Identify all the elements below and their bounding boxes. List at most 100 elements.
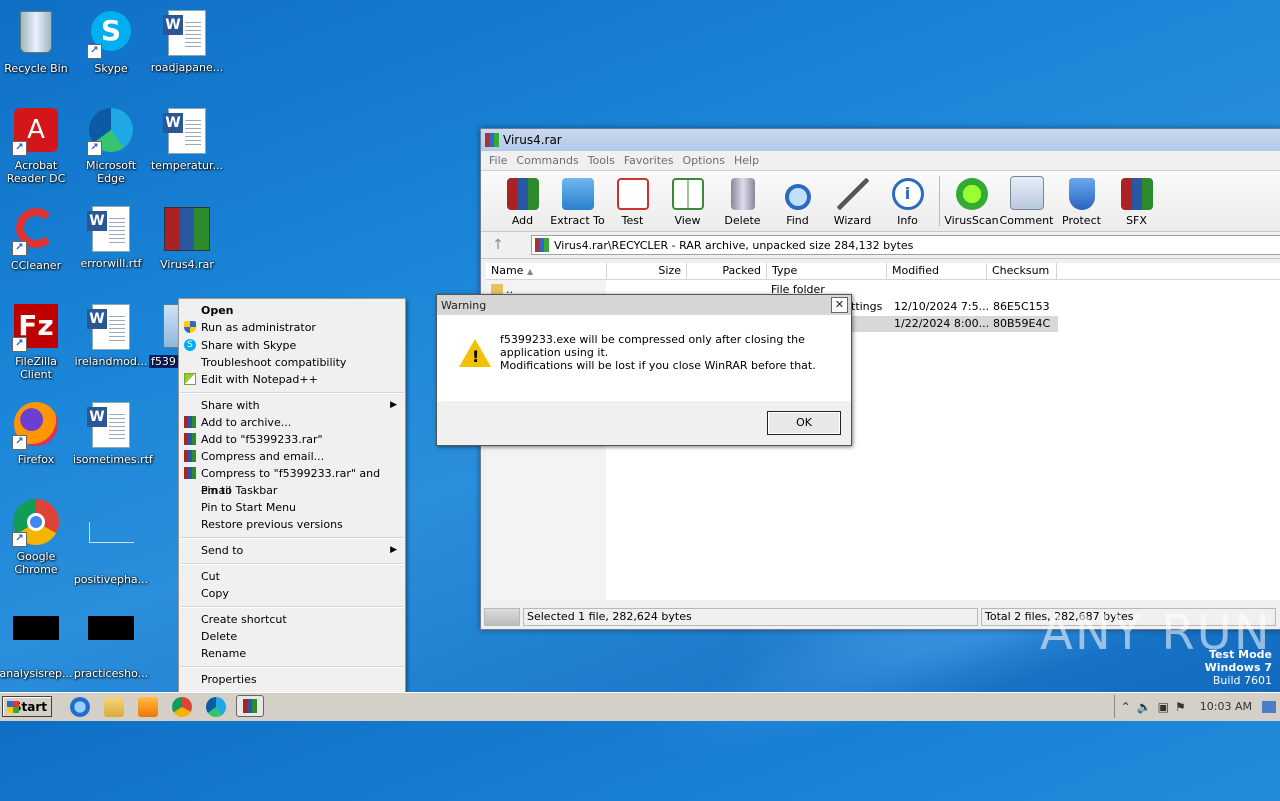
desktop-icon-filezilla[interactable]: Fz ↗ FileZilla Client <box>0 302 74 381</box>
context-menu: Open Run as administrator S Share with S… <box>178 298 406 693</box>
column-packed[interactable]: Packed <box>687 263 767 279</box>
desktop-icon-practicesho[interactable]: practicesho... <box>73 596 149 680</box>
winrar-archive-icon <box>163 207 211 255</box>
dialog-title: Warning <box>441 298 487 312</box>
flag-icon[interactable]: ⚑ <box>1175 700 1186 714</box>
menu-item-restore-versions[interactable]: Restore previous versions <box>181 516 403 533</box>
menu-item-send-to[interactable]: Send to ▶ <box>181 542 403 559</box>
menu-item-edit-notepadpp[interactable]: Edit with Notepad++ <box>181 371 403 388</box>
toolbar-extract-button[interactable]: Extract To <box>550 178 605 231</box>
taskbar-ie-icon[interactable] <box>70 697 90 717</box>
menu-tools[interactable]: Tools <box>588 154 615 167</box>
toolbar-info-button[interactable]: i Info <box>880 178 935 231</box>
ok-button[interactable]: OK <box>767 411 841 435</box>
windows-test-mode-watermark: Test Mode Windows 7 Build 7601 <box>1204 648 1272 687</box>
menu-item-add-to-archive[interactable]: Add to archive... <box>181 414 403 431</box>
desktop-icon-f5399233[interactable]: f539 <box>149 302 179 368</box>
dialog-titlebar[interactable]: Warning ✕ <box>437 295 851 315</box>
toolbar-virusscan-button[interactable]: VirusScan <box>944 178 999 231</box>
toolbar-sfx-button[interactable]: SFX <box>1109 178 1164 231</box>
toolbar-wizard-button[interactable]: Wizard <box>825 178 880 231</box>
tray-expand-icon[interactable]: ⌃ <box>1121 700 1131 714</box>
toolbar-find-button[interactable]: Find <box>770 184 825 231</box>
black-file-icon <box>12 616 60 664</box>
desktop-icon-analysisrep[interactable]: analysisrep... <box>0 596 74 680</box>
desktop-icon-positivepha[interactable]: positivepha... <box>73 498 149 586</box>
windows-logo-icon <box>7 701 19 713</box>
winrar-icon <box>184 416 196 428</box>
menu-item-delete[interactable]: Delete <box>181 628 403 645</box>
desktop-icon-edge[interactable]: ↗ Microsoft Edge <box>73 106 149 185</box>
desktop-icon-temperatur[interactable]: W temperatur... <box>149 106 225 172</box>
menu-help[interactable]: Help <box>734 154 759 167</box>
up-folder-button[interactable]: ↑ <box>487 235 509 255</box>
column-type[interactable]: Type <box>767 263 887 279</box>
winrar-menubar: File Commands Tools Favorites Options He… <box>481 151 1280 170</box>
menu-item-add-to-rar[interactable]: Add to "f5399233.rar" <box>181 431 403 448</box>
desktop-icon-irelandmod[interactable]: W irelandmod... <box>73 302 149 368</box>
menu-item-copy[interactable]: Copy <box>181 585 403 602</box>
taskbar-explorer-icon[interactable] <box>104 697 124 717</box>
menu-item-share-skype[interactable]: S Share with Skype <box>181 337 403 354</box>
close-icon[interactable]: ✕ <box>831 297 848 313</box>
column-modified[interactable]: Modified <box>887 263 987 279</box>
taskbar-winrar-icon[interactable] <box>236 695 264 717</box>
menu-item-share-with[interactable]: Share with ▶ <box>181 397 403 414</box>
menu-item-run-as-admin[interactable]: Run as administrator <box>181 319 403 336</box>
desktop-icon-firefox[interactable]: ↗ Firefox <box>0 400 74 466</box>
desktop-icon-skype[interactable]: S ↗ Skype <box>73 8 149 75</box>
menu-file[interactable]: File <box>489 154 507 167</box>
column-name[interactable]: Name ▲ <box>486 263 607 279</box>
toolbar-add-button[interactable]: Add <box>495 178 550 231</box>
info-icon: i <box>891 178 924 210</box>
menu-item-troubleshoot[interactable]: Troubleshoot compatibility <box>181 354 403 371</box>
show-desktop-icon[interactable] <box>1262 700 1276 713</box>
menu-item-create-shortcut[interactable]: Create shortcut <box>181 611 403 628</box>
toolbar-test-button[interactable]: Test <box>605 178 660 231</box>
menu-item-pin-taskbar[interactable]: Pin to Taskbar <box>181 482 403 499</box>
menu-options[interactable]: Options <box>683 154 725 167</box>
desktop-icon-isometimes[interactable]: W isometimes.rtf <box>73 400 153 466</box>
menu-item-compress-to-rar-email[interactable]: Compress to "f5399233.rar" and email <box>181 465 403 497</box>
menu-favorites[interactable]: Favorites <box>624 154 674 167</box>
list-item-selected[interactable]: 1/22/2024 8:00... 80B59E4C <box>846 316 1058 332</box>
path-field[interactable]: Virus4.rar\RECYCLER - RAR archive, unpac… <box>531 235 1280 255</box>
taskbar-chrome-icon[interactable] <box>172 697 192 717</box>
column-checksum[interactable]: Checksum <box>987 263 1057 279</box>
toolbar-view-button[interactable]: View <box>660 178 715 231</box>
menu-item-cut[interactable]: Cut <box>181 568 403 585</box>
desktop-icon-acrobat[interactable]: A ↗ Acrobat Reader DC <box>0 106 74 185</box>
warning-dialog[interactable]: Warning ✕ ! f5399233.exe will be compres… <box>436 294 852 446</box>
desktop-icon-ccleaner[interactable]: ↗ CCleaner <box>0 204 74 272</box>
desktop-icon-errorwill[interactable]: W errorwill.rtf <box>73 204 149 270</box>
toolbar-comment-button[interactable]: Comment <box>999 176 1054 231</box>
volume-icon[interactable]: 🔈 <box>1137 700 1152 714</box>
menu-separator <box>181 666 403 668</box>
menu-item-compress-email[interactable]: Compress and email... <box>181 448 403 465</box>
toolbar-delete-button[interactable]: Delete <box>715 178 770 231</box>
network-icon[interactable]: ▣ <box>1158 700 1169 714</box>
magnifier-icon <box>784 184 811 210</box>
filezilla-icon: Fz ↗ <box>12 304 60 352</box>
taskbar-edge-icon[interactable] <box>206 697 226 717</box>
archive-icon <box>535 238 549 252</box>
drive-icon[interactable] <box>484 608 520 626</box>
start-button[interactable]: Start <box>2 696 52 717</box>
menu-item-rename[interactable]: Rename <box>181 645 403 662</box>
taskbar-media-player-icon[interactable] <box>138 697 158 717</box>
clock[interactable]: 10:03 AM <box>1200 700 1252 713</box>
menu-item-pin-start[interactable]: Pin to Start Menu <box>181 499 403 516</box>
desktop-icon-recycle-bin[interactable]: Recycle Bin <box>0 8 74 75</box>
uac-shield-icon <box>184 321 196 333</box>
dialog-body: ! f5399233.exe will be compressed only a… <box>437 315 851 401</box>
desktop-icon-virus4-rar[interactable]: Virus4.rar <box>149 204 225 271</box>
toolbar-protect-button[interactable]: Protect <box>1054 178 1109 231</box>
menu-item-properties[interactable]: Properties <box>181 671 403 688</box>
column-size[interactable]: Size <box>607 263 687 279</box>
desktop-icon-chrome[interactable]: ↗ Google Chrome <box>0 498 74 576</box>
desktop-icon-roadjapane[interactable]: W roadjapane... <box>149 8 225 74</box>
menu-commands[interactable]: Commands <box>516 154 578 167</box>
menu-item-open[interactable]: Open <box>181 302 403 319</box>
list-item[interactable]: ttings 12/10/2024 7:5... 86E5C153 <box>846 299 1058 315</box>
winrar-titlebar[interactable]: Virus4.rar <box>481 129 1280 151</box>
